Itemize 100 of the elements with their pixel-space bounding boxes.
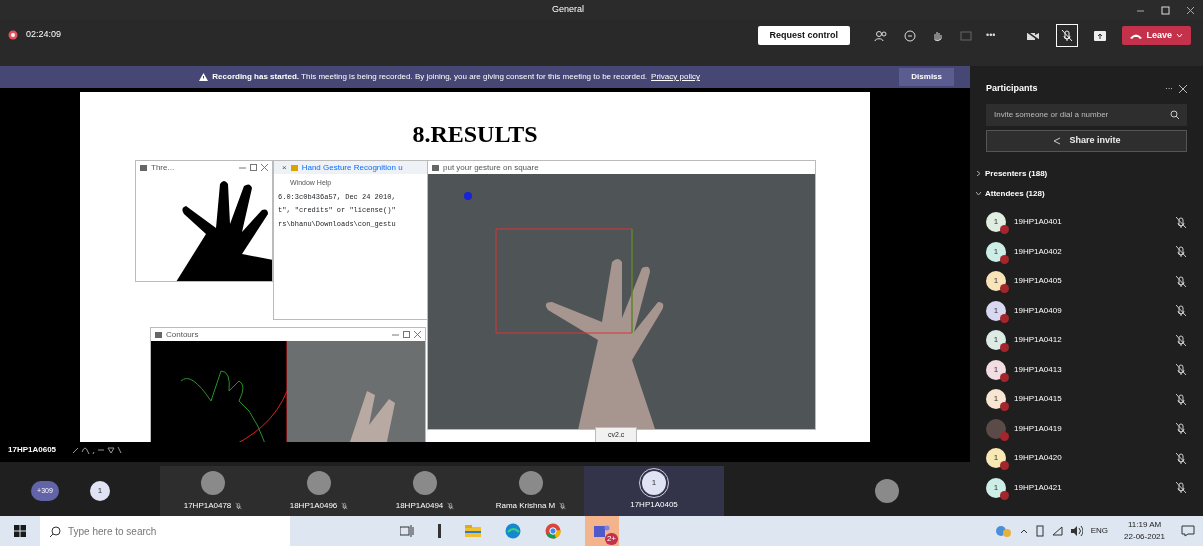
chevron-icon	[1176, 33, 1183, 38]
task-view-icon[interactable]	[400, 525, 414, 537]
people-icon[interactable]	[874, 29, 888, 42]
chevron-icon	[976, 171, 981, 176]
participant-avatar: 1	[642, 471, 666, 495]
participant-row[interactable]: 1 19HP1A0405	[986, 266, 1187, 296]
battery-icon[interactable]	[1035, 525, 1044, 537]
participant-row[interactable]: 1 19HP1A0401	[986, 207, 1187, 237]
language-indicator[interactable]: ENG	[1090, 525, 1109, 537]
window-title: General	[551, 3, 585, 17]
hand-icon[interactable]	[932, 29, 944, 42]
teams-logo-icon	[594, 524, 610, 538]
maximize-icon	[250, 164, 257, 171]
camera-off-icon[interactable]	[1026, 30, 1041, 41]
browser-tab[interactable]: Hand Gesture Recognition u	[301, 161, 403, 174]
minimize-icon	[239, 164, 246, 171]
chat-icon[interactable]	[904, 29, 916, 42]
participant-name: 17HP1A0478	[183, 500, 232, 512]
participant-name: 18HP1A0494	[395, 500, 444, 512]
participant-avatar: 1	[986, 359, 1006, 380]
leave-button[interactable]: Leave	[1122, 25, 1191, 46]
banner-message: Recording has started. This meeting is being recorded. By joining, you are giving consent for this meeting to be recorded.	[212, 71, 648, 83]
chevron-up-icon[interactable]	[1019, 528, 1028, 534]
participant-avatar: 1	[986, 212, 1006, 233]
notification-icon[interactable]	[1181, 525, 1195, 537]
participant-row[interactable]: 1 19HP1A0413	[986, 355, 1187, 385]
window-title: put your gesture on square	[443, 161, 540, 174]
teams-app-icon[interactable]: 2+	[585, 516, 619, 546]
photo-placeholder	[874, 478, 900, 504]
tab-close-button[interactable]: ×	[282, 161, 287, 174]
photo-placeholder	[200, 470, 226, 496]
request-control-button[interactable]: Request control	[757, 25, 850, 46]
share-tray-icon	[960, 30, 972, 41]
share-icon	[1052, 136, 1062, 145]
more-button[interactable]: •••	[980, 28, 1002, 43]
participant-row[interactable]: 1 19HP1A0412	[986, 325, 1187, 355]
participant-avatar	[986, 418, 1006, 439]
participant-name: 17HP1A0405	[630, 499, 678, 511]
participant-row[interactable]: 1 19HP1A0415	[986, 384, 1187, 414]
divider-bar-icon	[438, 524, 441, 538]
photo-placeholder	[412, 470, 438, 496]
photo-placeholder	[518, 470, 544, 496]
participant-row[interactable]: 1 19HP1A0420	[986, 443, 1187, 473]
close-icon	[261, 164, 268, 171]
wifi-icon[interactable]	[1051, 526, 1063, 536]
section-header[interactable]: Presenters (188)	[976, 167, 1187, 180]
slide-title: 8.RESULTS	[411, 120, 539, 149]
maximize-icon[interactable]	[1161, 5, 1170, 15]
close-icon[interactable]	[1179, 84, 1187, 93]
folder-icon	[290, 164, 298, 171]
meeting-timer: 02:24:09	[26, 28, 62, 41]
participant-name: 18HP1A0496	[289, 500, 338, 512]
minimize-icon	[392, 331, 399, 338]
participant-avatar: 1	[986, 241, 1006, 262]
photo-placeholder	[306, 470, 332, 496]
window-title: Contours	[166, 328, 200, 341]
taskbar-search-field[interactable]: Type here to search	[40, 516, 290, 546]
warning-icon	[199, 73, 209, 81]
share-screen-icon[interactable]	[1094, 30, 1107, 41]
participant-avatar: 1	[986, 477, 1006, 498]
app-icon	[155, 331, 162, 338]
participant-avatar: 1	[986, 300, 1006, 321]
browser-icon[interactable]	[505, 523, 521, 539]
windows-logo-icon[interactable]	[14, 525, 26, 537]
share-invite-button[interactable]: Share invite	[986, 129, 1187, 152]
speaker-icon[interactable]	[1070, 526, 1083, 536]
chrome-like-icon[interactable]	[545, 523, 561, 539]
section-header[interactable]: Attendees (128)	[976, 187, 1187, 200]
invite-search-box[interactable]: Invite someone or dial a number	[986, 103, 1187, 126]
maximize-icon	[403, 331, 410, 338]
app-icon	[140, 164, 147, 171]
participant-avatar: 1	[986, 330, 1006, 351]
panel-title: Participants	[986, 82, 1039, 95]
participant-row[interactable]: 1 19HP1A0421	[986, 473, 1187, 503]
mic-off-icon	[1061, 29, 1074, 42]
participant-row[interactable]: 19HP1A0419	[986, 414, 1187, 444]
participant-avatar: 1	[986, 271, 1006, 292]
window-title: Thre...	[151, 161, 176, 174]
notification-badge: 2+	[604, 533, 618, 545]
participant-avatar: 1	[90, 481, 110, 501]
more-button[interactable]: ···	[1159, 82, 1179, 95]
search-icon	[50, 525, 61, 537]
privacy-policy-link[interactable]: Privacy policy	[651, 71, 700, 83]
annotation-tools-icon[interactable]	[72, 446, 123, 454]
chevron-icon	[976, 191, 981, 196]
taskbar-clock[interactable]: 11:19 AM 22-06-2021	[1124, 519, 1165, 543]
app-icon	[432, 164, 439, 171]
participant-avatar: 1	[986, 448, 1006, 469]
participant-row[interactable]: 1 19HP1A0409	[986, 296, 1187, 326]
phone-icon	[1130, 32, 1143, 39]
search-icon[interactable]	[1170, 110, 1179, 119]
dismiss-button[interactable]: Dismiss	[899, 68, 954, 86]
participant-avatar: 1	[986, 389, 1006, 410]
participant-name: Rama Krishna M	[495, 500, 556, 512]
participant-row[interactable]: 1 19HP1A0402	[986, 237, 1187, 267]
folder-icon[interactable]	[465, 525, 481, 537]
presenter-name: 17HP1A0605	[8, 444, 57, 456]
close-icon[interactable]	[1186, 5, 1195, 15]
people-tray-icon[interactable]	[995, 525, 1012, 537]
close-icon	[414, 331, 421, 338]
